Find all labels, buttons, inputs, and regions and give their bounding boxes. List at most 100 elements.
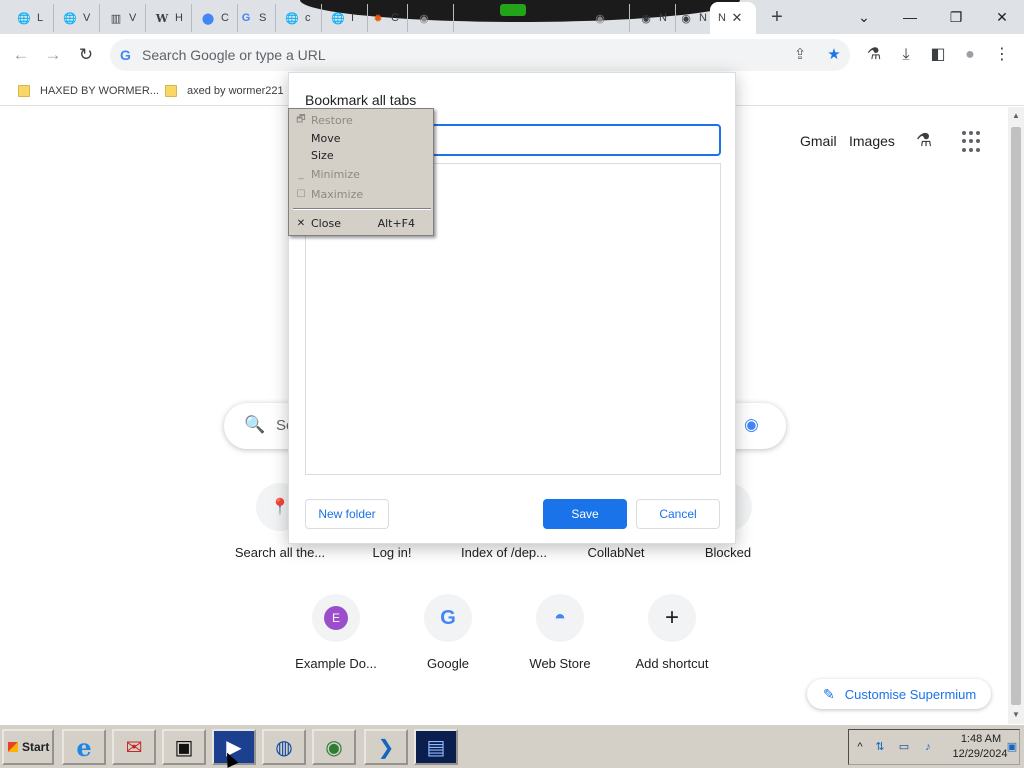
tab-7[interactable]: 🌐 c xyxy=(276,4,322,32)
windows-logo-icon xyxy=(8,742,18,752)
tab-search-icon[interactable]: ⌄ xyxy=(852,6,876,28)
download-icon[interactable]: ⤓ xyxy=(896,45,916,65)
window-system-menu: 🗗 Restore Move Size _ Minimize ☐ Maximiz… xyxy=(288,108,434,236)
address-bar[interactable]: G Search Google or type a URL ⇪ ★ xyxy=(110,39,850,71)
shortcut-tile[interactable]: ◓ Web Store xyxy=(504,594,616,690)
internet-explorer-icon[interactable]: e xyxy=(62,729,106,765)
pencil-icon: ✎ xyxy=(823,685,835,702)
maximize-icon: ☐ xyxy=(296,188,306,200)
google-icon: G xyxy=(424,594,472,642)
tab-6[interactable]: GS xyxy=(230,4,276,32)
browser-app-icon[interactable]: ◉ xyxy=(312,729,356,765)
tab-11[interactable]: ◉ xyxy=(584,4,630,32)
menu-item-maximize[interactable]: ☐ Maximize xyxy=(291,185,431,203)
chromium-icon: ◉ xyxy=(641,12,651,25)
web-store-icon: ◓ xyxy=(536,594,584,642)
bookmark-folder-1[interactable]: HAXED BY WORMER... xyxy=(18,82,159,100)
globe-icon: 🌐 xyxy=(17,12,31,25)
camera-indicator xyxy=(500,4,526,16)
notification-icon[interactable]: ▣ xyxy=(1005,740,1019,754)
plus-icon: + xyxy=(648,594,696,642)
start-button[interactable]: Start xyxy=(2,729,54,765)
forward-icon[interactable]: → xyxy=(40,42,66,68)
bookmark-star-icon[interactable]: ★ xyxy=(824,45,844,65)
globe-app-icon[interactable]: ◍ xyxy=(262,729,306,765)
new-folder-button[interactable]: New folder xyxy=(305,499,389,529)
menu-item-move[interactable]: Move xyxy=(291,129,431,147)
system-tray: ^ ⇅ ▭ ♪ 1:48 AM 12/29/2024 ▣ xyxy=(848,729,1020,765)
network-icon[interactable]: ⇅ xyxy=(873,740,887,754)
menu-item-restore[interactable]: 🗗 Restore xyxy=(291,111,431,129)
menu-item-minimize[interactable]: _ Minimize xyxy=(291,165,431,183)
globe-icon: 🌐 xyxy=(63,12,77,25)
minimize-icon: _ xyxy=(298,168,304,180)
new-tab-button[interactable]: + xyxy=(766,6,788,28)
monitor-icon[interactable]: ▭ xyxy=(897,740,911,754)
tab-9[interactable]: ✹ C xyxy=(362,4,408,32)
scroll-up-icon[interactable]: ▲ xyxy=(1011,111,1021,121)
dialog-title: Bookmark all tabs xyxy=(305,92,417,108)
terminal-app-icon[interactable]: ▣ xyxy=(162,729,206,765)
address-placeholder: Search Google or type a URL xyxy=(142,47,326,63)
shortcut-tile[interactable]: E Example Do... xyxy=(280,594,392,690)
taskbar: Start e ✉ ▣ ▶ ◍ ◉ ❯ ▤ ^ ⇅ ▭ ♪ 1:48 AM 12… xyxy=(0,724,1024,768)
volume-icon[interactable]: ♪ xyxy=(921,740,935,754)
scroll-down-icon[interactable]: ▼ xyxy=(1011,710,1021,720)
clock-time[interactable]: 1:48 AM xyxy=(953,733,1009,745)
restore-icon: 🗗 xyxy=(296,113,306,125)
globe-icon: 🌐 xyxy=(285,12,299,25)
gmail-link[interactable]: Gmail xyxy=(800,133,837,149)
images-link[interactable]: Images xyxy=(849,133,895,149)
tab-3[interactable]: ▥ V xyxy=(100,4,146,32)
back-icon[interactable]: ← xyxy=(8,42,34,68)
chromium-icon: ◉ xyxy=(419,12,429,25)
browser-toolbar: ← → ↻ G Search Google or type a URL ⇪ ★ … xyxy=(0,34,1024,76)
map-pin-icon: ⬤ xyxy=(201,12,215,25)
close-icon: ✕ xyxy=(296,217,306,229)
share-icon[interactable]: ⇪ xyxy=(790,45,810,65)
lens-camera-icon[interactable]: ◉ xyxy=(744,415,759,435)
menu-item-close[interactable]: ✕ Close Alt+F4 xyxy=(291,214,431,232)
device-app-icon[interactable]: ▤ xyxy=(414,729,458,765)
tab-2[interactable]: 🌐 V xyxy=(54,4,100,32)
reload-icon[interactable]: ↻ xyxy=(73,42,99,68)
tab-10[interactable]: ◉ xyxy=(408,4,454,32)
menu-icon[interactable]: ⋮ xyxy=(992,45,1012,65)
tab-strip: 🌐 L 🌐 V ▥ V WH ⬤ C GS 🌐 c 🌐 I ✹ C ◉ ◉ ◉ N ◉ N N ✕… xyxy=(0,0,1024,34)
save-button[interactable]: Save xyxy=(543,499,627,529)
google-icon: G xyxy=(241,12,251,24)
tab-4[interactable]: WH xyxy=(146,4,192,32)
folder-icon xyxy=(165,85,177,97)
sun-icon: ✹ xyxy=(373,12,383,25)
chromium-icon: ◉ xyxy=(595,12,605,25)
restore-window-icon[interactable]: ❐ xyxy=(944,6,968,28)
tray-chevron-icon[interactable]: ^ xyxy=(853,740,867,754)
wikipedia-icon: W xyxy=(155,11,169,25)
mail-app-icon[interactable]: ✉ xyxy=(112,729,156,765)
add-shortcut-tile[interactable]: + Add shortcut xyxy=(616,594,728,690)
cancel-button[interactable]: Cancel xyxy=(636,499,720,529)
google-icon: G xyxy=(120,47,131,63)
side-panel-icon[interactable]: ◧ xyxy=(928,45,948,65)
scroll-thumb[interactable] xyxy=(1011,127,1021,705)
shortcut-tile[interactable]: G Google xyxy=(392,594,504,690)
menu-item-size[interactable]: Size xyxy=(291,146,431,164)
labs-flask-icon[interactable]: ⚗ xyxy=(916,130,932,151)
profile-icon[interactable]: ● xyxy=(960,45,980,65)
globe-icon: 🌐 xyxy=(331,12,345,25)
clock-date[interactable]: 12/29/2024 xyxy=(949,748,1011,760)
labs-icon[interactable]: ⚗ xyxy=(864,45,884,65)
bookmark-folder-2[interactable]: axed by wormer221 xyxy=(165,82,284,100)
powershell-icon[interactable]: ❯ xyxy=(364,729,408,765)
apps-grid-icon[interactable] xyxy=(962,131,984,153)
tab-1[interactable]: 🌐 L xyxy=(8,4,54,32)
minimize-window-icon[interactable]: — xyxy=(898,6,922,28)
customise-button[interactable]: ✎ Customise Supermium xyxy=(807,679,991,709)
close-tab-icon[interactable]: ✕ xyxy=(728,10,746,26)
library-icon: ▥ xyxy=(110,12,122,25)
close-window-icon[interactable]: ✕ xyxy=(990,6,1014,28)
chromium-icon: ◉ xyxy=(681,12,691,25)
letter-avatar-icon: E xyxy=(312,594,360,642)
menu-separator xyxy=(293,208,431,210)
page-scrollbar[interactable]: ▲ ▼ xyxy=(1008,107,1024,724)
